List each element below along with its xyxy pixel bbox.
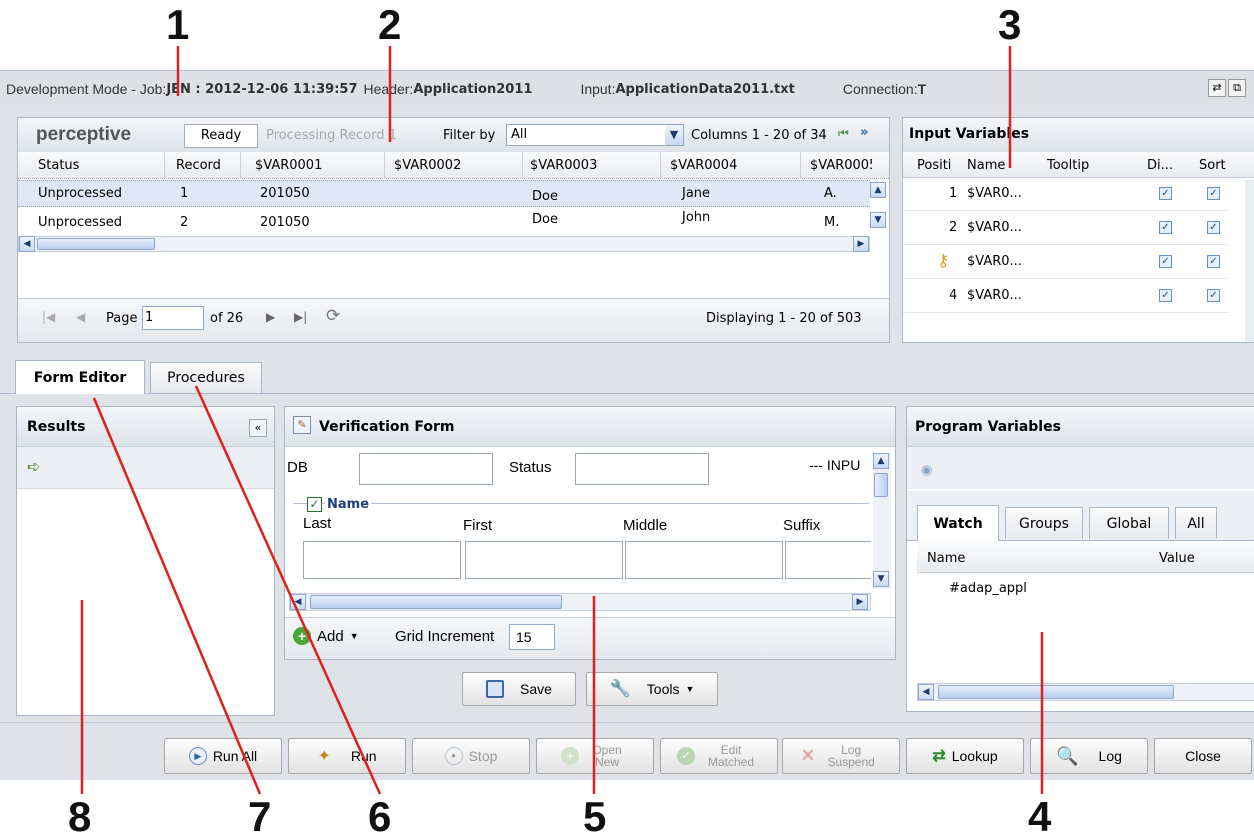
callout-line-7 (92, 397, 262, 795)
callout-lines (80, 46, 1044, 795)
callout-line-6 (194, 385, 382, 795)
